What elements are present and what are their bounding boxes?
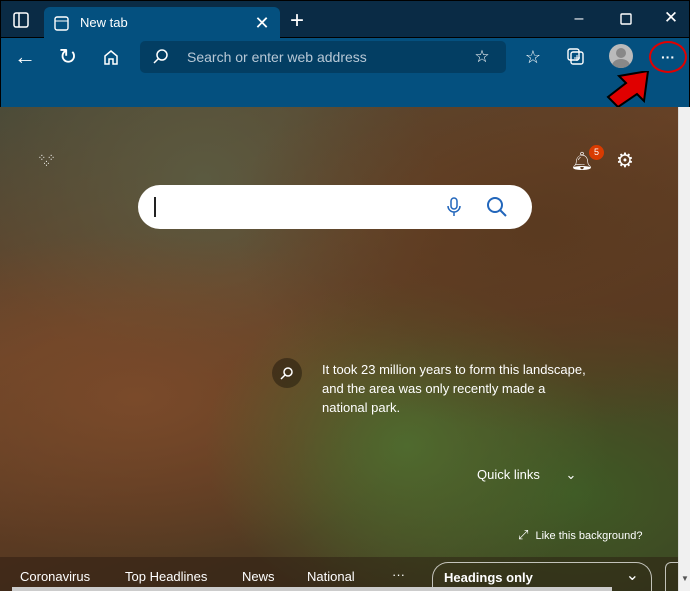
web-search-box[interactable] [138, 185, 532, 229]
like-background-link[interactable]: ⤢ Like this background? [518, 527, 642, 543]
search-submit-icon[interactable] [485, 195, 509, 219]
address-bar[interactable]: Search or enter web address ☆ [140, 41, 506, 73]
quick-links-label: Quick links [477, 467, 540, 482]
news-tab-top-headlines[interactable]: Top Headlines [125, 569, 207, 584]
image-info-icon[interactable] [272, 358, 302, 388]
favorites-icon[interactable]: ☆ [521, 45, 545, 69]
news-tab-news[interactable]: News [242, 569, 275, 584]
toolbar: ← ↻ Search or enter web address ☆ ☆ ··· [0, 38, 690, 109]
maximize-button[interactable] [616, 9, 636, 29]
news-tab-national[interactable]: National [307, 569, 355, 584]
news-feed-bar: Coronavirus Top Headlines News National … [0, 557, 678, 591]
scroll-down-arrow-icon[interactable]: ▼ [681, 574, 689, 583]
search-icon [152, 48, 170, 66]
quick-links-toggle[interactable]: Quick links ⌄ [477, 467, 576, 483]
background-caption[interactable]: It took 23 million years to form this la… [322, 360, 592, 417]
address-placeholder: Search or enter web address [187, 49, 367, 65]
profile-avatar[interactable] [609, 44, 633, 68]
new-tab-page: ⁘⁘ ⁘ 🔔︎ 5 ⚙ It took 23 million years to f… [0, 107, 678, 591]
close-tab-icon[interactable]: ✕ [252, 13, 272, 33]
chevron-down-icon: ⌄ [625, 567, 639, 584]
annotation-arrow-icon [604, 69, 652, 109]
text-cursor [154, 197, 156, 217]
tab-title: New tab [80, 15, 128, 30]
tab-actions-icon[interactable] [11, 10, 31, 30]
like-background-label: Like this background? [535, 530, 643, 542]
app-launcher-icon[interactable]: ⁘⁘ ⁘ [36, 151, 58, 173]
back-button[interactable]: ← [13, 44, 37, 69]
horizontal-scrollbar[interactable] [12, 587, 612, 591]
title-bar: New tab ✕ + – ✕ [0, 0, 690, 39]
chevron-down-icon: ⌄ [565, 467, 577, 482]
close-window-button[interactable]: ✕ [661, 8, 681, 28]
minimize-button[interactable]: – [569, 9, 589, 29]
news-tab-coronavirus[interactable]: Coronavirus [20, 569, 90, 584]
collections-icon[interactable] [564, 45, 588, 69]
new-tab-button[interactable]: + [285, 7, 309, 34]
expand-icon: ⤢ [518, 527, 529, 542]
vertical-scrollbar[interactable]: ▼ [678, 107, 690, 591]
microphone-icon[interactable] [442, 195, 466, 219]
refresh-button[interactable]: ↻ [56, 44, 80, 69]
layout-select-value: Headings only [444, 570, 533, 585]
new-tab-page-icon [53, 15, 69, 31]
page-settings-gear-icon[interactable]: ⚙ [613, 148, 637, 172]
tab-new-tab[interactable]: New tab ✕ [44, 7, 280, 39]
add-favorite-icon[interactable]: ☆ [472, 47, 492, 67]
settings-button-partial[interactable] [665, 562, 678, 591]
notification-badge: 5 [589, 145, 604, 160]
home-button[interactable] [99, 45, 123, 69]
settings-and-more-button[interactable]: ··· [649, 41, 687, 73]
news-more-button[interactable]: ··· [392, 567, 405, 582]
